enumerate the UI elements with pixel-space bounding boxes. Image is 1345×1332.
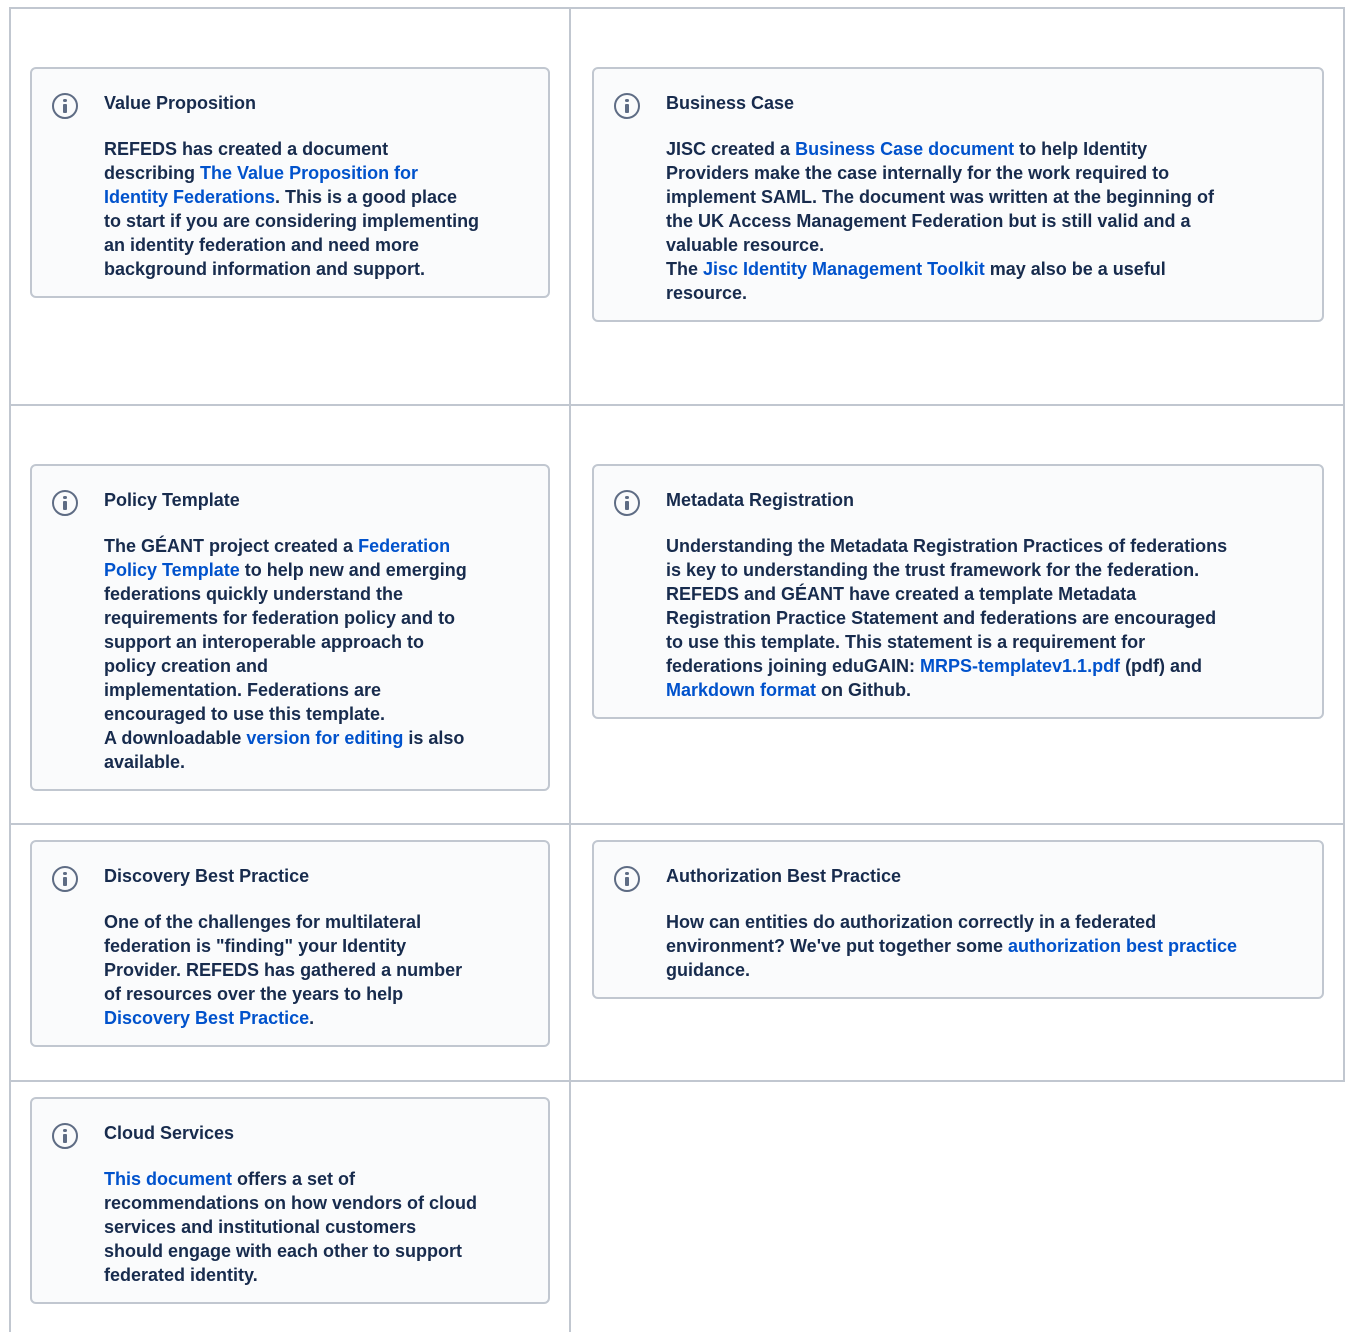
- body-text: Providers make the case internally for t…: [666, 163, 1170, 183]
- mrps-template-pdf-link[interactable]: MRPS-templatev1.1.pdf: [920, 656, 1120, 676]
- info-icon: [614, 93, 640, 119]
- panel-body: Understanding the Metadata Registration …: [666, 534, 1227, 702]
- body-text: One of the challenges for multilateral: [104, 912, 422, 932]
- federation-policy-template-link[interactable]: Policy Template: [104, 560, 240, 580]
- info-panel-discovery: Discovery Best Practice One of the chall…: [30, 840, 550, 1047]
- body-text: (pdf) and: [1120, 656, 1203, 676]
- this-document-link[interactable]: This document: [104, 1169, 232, 1189]
- body-text: A downloadable: [104, 728, 247, 748]
- body-text: The GÉANT project created a: [104, 536, 359, 556]
- table-row-divider-3: [9, 1080, 1345, 1082]
- authorization-best-practice-link[interactable]: authorization best practice: [1008, 936, 1237, 956]
- body-text: JISC created a: [666, 139, 796, 159]
- body-text: REFEDS and GÉANT have created a template…: [666, 584, 1137, 604]
- info-panel-authorization: Authorization Best Practice How can enti…: [592, 840, 1324, 999]
- body-text: Understanding the Metadata Registration …: [666, 536, 1228, 556]
- body-text: recommendations on how vendors of cloud: [104, 1193, 478, 1213]
- info-icon: [52, 866, 78, 892]
- version-for-editing-link[interactable]: version for editing: [246, 728, 403, 748]
- body-text: may also be a useful: [984, 259, 1166, 279]
- body-text: describing: [104, 163, 201, 183]
- panel-body: How can entities do authorization correc…: [666, 910, 1237, 982]
- body-text: implement SAML. The document was written…: [666, 187, 1215, 207]
- info-panel-cloud-services: Cloud Services This document offers a se…: [30, 1097, 550, 1304]
- federation-policy-template-link[interactable]: Federation: [358, 536, 450, 556]
- info-icon: [614, 866, 640, 892]
- body-text: REFEDS has created a document: [104, 139, 389, 159]
- body-text: services and institutional customers: [104, 1217, 417, 1237]
- body-text: How can entities do authorization correc…: [666, 912, 1157, 932]
- body-text: requirements for federation policy and t…: [104, 608, 456, 628]
- body-text: federated identity.: [104, 1265, 258, 1285]
- body-text: The: [666, 259, 704, 279]
- body-text: to help new and emerging: [239, 560, 467, 580]
- info-icon: [52, 490, 78, 516]
- info-icon: [614, 490, 640, 516]
- body-text: environment? We've put together some: [666, 936, 1008, 956]
- value-proposition-link[interactable]: The Value Proposition for: [200, 163, 418, 183]
- body-text: Registration Practice Statement and fede…: [666, 608, 1217, 628]
- body-text: implementation. Federations are: [104, 680, 382, 700]
- body-text: . This is a good place: [275, 187, 458, 207]
- value-proposition-link[interactable]: Identity Federations: [104, 187, 275, 207]
- body-text: .: [309, 1008, 315, 1028]
- markdown-format-link[interactable]: Markdown format: [666, 680, 816, 700]
- business-case-document-link[interactable]: Business Case document: [795, 139, 1014, 159]
- body-text: is key to understanding the trust framew…: [666, 560, 1200, 580]
- body-text: is also: [403, 728, 465, 748]
- discovery-best-practice-link[interactable]: Discovery Best Practice: [104, 1008, 309, 1028]
- body-text: an identity federation and need more: [104, 235, 420, 255]
- panel-title: Cloud Services: [104, 1123, 235, 1143]
- jisc-toolkit-link[interactable]: Jisc Identity Management Toolkit: [703, 259, 985, 279]
- table-border-top: [9, 7, 1345, 9]
- body-text: resource.: [666, 283, 748, 303]
- info-panel-policy-template: Policy Template The GÉANT project create…: [30, 464, 550, 791]
- body-text: available.: [104, 752, 186, 772]
- body-text: federation is "finding" your Identity: [104, 936, 407, 956]
- body-text: on Github.: [816, 680, 911, 700]
- body-text: offers a set of: [232, 1169, 356, 1189]
- body-text: federations joining eduGAIN:: [666, 656, 921, 676]
- panel-body: One of the challenges for multilateral f…: [104, 910, 462, 1030]
- info-panel-metadata-registration: Metadata Registration Understanding the …: [592, 464, 1324, 719]
- panel-title: Discovery Best Practice: [104, 866, 310, 886]
- table-row-divider-2: [9, 823, 1345, 825]
- table-row-divider-1: [9, 404, 1345, 406]
- panel-title: Business Case: [666, 93, 795, 113]
- info-icon: [52, 93, 78, 119]
- body-text: policy creation and: [104, 656, 269, 676]
- body-text: Provider. REFEDS has gathered a number: [104, 960, 463, 980]
- panel-body: REFEDS has created a document describing…: [104, 137, 479, 281]
- panel-title: Authorization Best Practice: [666, 866, 902, 886]
- body-text: to use this template. This statement is …: [666, 632, 1146, 652]
- table-border-middle: [569, 9, 571, 1332]
- panel-body: This document offers a set of recommenda…: [104, 1167, 477, 1287]
- body-text: to start if you are considering implemen…: [104, 211, 480, 231]
- body-text: federations quickly understand the: [104, 584, 404, 604]
- panel-body: JISC created a Business Case document to…: [666, 137, 1214, 305]
- table-border-left: [9, 9, 11, 1332]
- body-text: the UK Access Management Federation but …: [666, 211, 1191, 231]
- body-text: to help Identity: [1014, 139, 1148, 159]
- panel-title: Value Proposition: [104, 93, 257, 113]
- body-text: guidance.: [666, 960, 751, 980]
- panel-title: Metadata Registration: [666, 490, 855, 510]
- info-icon: [52, 1123, 78, 1149]
- panel-title: Policy Template: [104, 490, 240, 510]
- body-text: of resources over the years to help: [104, 984, 404, 1004]
- body-text: valuable resource.: [666, 235, 825, 255]
- body-text: encouraged to use this template.: [104, 704, 386, 724]
- info-panel-business-case: Business Case JISC created a Business Ca…: [592, 67, 1324, 322]
- panel-body: The GÉANT project created a Federation P…: [104, 534, 467, 774]
- layout-table: Value Proposition REFEDS has created a d…: [0, 0, 1345, 1332]
- info-panel-value-proposition: Value Proposition REFEDS has created a d…: [30, 67, 550, 298]
- body-text: background information and support.: [104, 259, 425, 279]
- body-text: support an interoperable approach to: [104, 632, 425, 652]
- body-text: should engage with each other to support: [104, 1241, 463, 1261]
